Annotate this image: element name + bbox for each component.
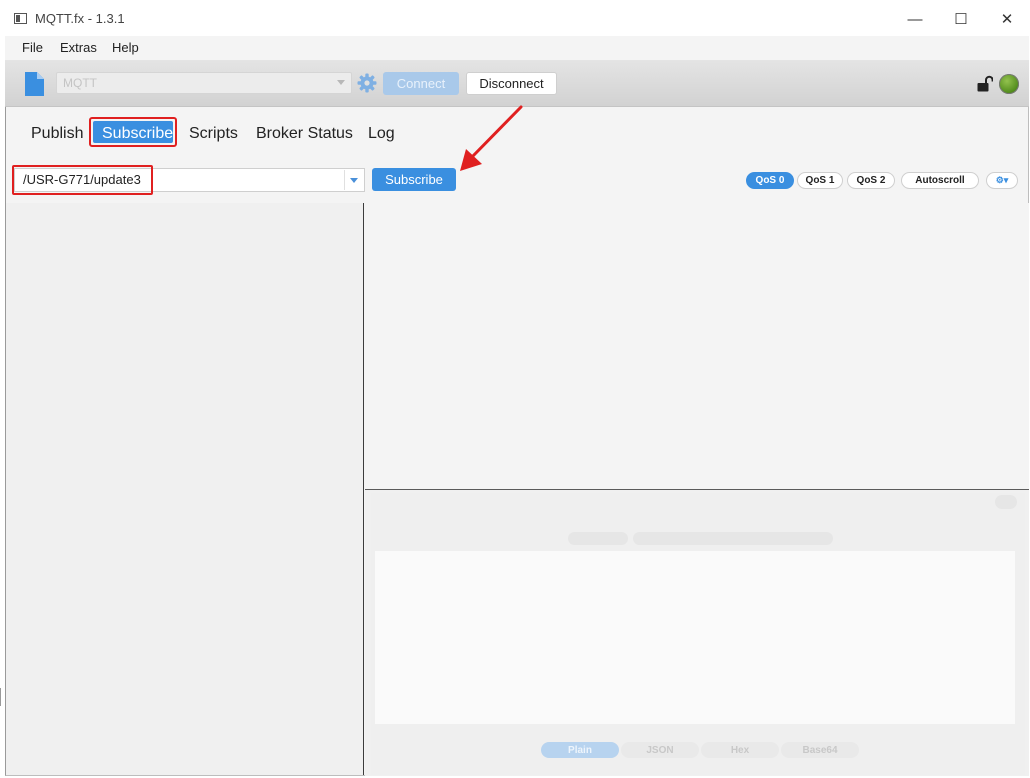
qos-0-button[interactable]: QoS 0 xyxy=(746,172,794,189)
tab-log[interactable]: Log xyxy=(368,123,395,145)
subscribe-button[interactable]: Subscribe xyxy=(372,168,456,191)
menu-bar xyxy=(5,36,1029,60)
subscriptions-list[interactable] xyxy=(6,203,364,775)
qos-1-button[interactable]: QoS 1 xyxy=(797,172,843,189)
gear-icon[interactable] xyxy=(357,73,377,93)
menu-file[interactable]: File xyxy=(22,40,43,55)
unlocked-lock-icon xyxy=(977,75,993,92)
format-hex-button[interactable]: Hex xyxy=(701,742,779,758)
maximize-button[interactable]: ☐ xyxy=(938,7,984,31)
payload-area[interactable] xyxy=(375,551,1015,724)
chevron-down-icon[interactable] xyxy=(350,178,358,183)
minimize-button[interactable]: — xyxy=(892,7,938,31)
gear-icon[interactable]: ⚙▾ xyxy=(986,172,1018,189)
autoscroll-button[interactable]: Autoscroll xyxy=(901,172,979,189)
tab-scripts[interactable]: Scripts xyxy=(189,123,238,145)
connection-status-icon xyxy=(999,74,1019,94)
chevron-down-icon[interactable] xyxy=(337,80,345,85)
connect-button[interactable]: Connect xyxy=(383,72,459,95)
messages-pane[interactable] xyxy=(365,203,1029,489)
annotation-box-subscribe-tab xyxy=(89,117,177,147)
tab-broker-status[interactable]: Broker Status xyxy=(256,123,353,145)
close-button[interactable]: ✕ xyxy=(984,7,1030,31)
detail-topic-placeholder xyxy=(633,532,833,545)
format-plain-button[interactable]: Plain xyxy=(541,742,619,758)
title-bar xyxy=(5,0,1029,36)
background-window-edge xyxy=(0,688,3,706)
qos-2-button[interactable]: QoS 2 xyxy=(847,172,895,189)
tab-publish[interactable]: Publish xyxy=(31,123,83,145)
connection-profile-select[interactable] xyxy=(56,72,352,94)
topic-dropdown-divider xyxy=(344,170,345,190)
annotation-arrow-icon xyxy=(460,105,523,171)
detail-toggle-placeholder xyxy=(995,495,1017,509)
disconnect-button[interactable]: Disconnect xyxy=(466,72,557,95)
document-icon[interactable] xyxy=(25,72,44,96)
window-title: MQTT.fx - 1.3.1 xyxy=(35,11,125,26)
app-icon xyxy=(14,13,27,24)
format-base64-button[interactable]: Base64 xyxy=(781,742,859,758)
detail-header-placeholder xyxy=(568,532,628,545)
connection-profile-value: MQTT xyxy=(63,76,97,90)
annotation-box-topic xyxy=(12,165,153,195)
format-json-button[interactable]: JSON xyxy=(621,742,699,758)
menu-help[interactable]: Help xyxy=(112,40,139,55)
menu-extras[interactable]: Extras xyxy=(60,40,97,55)
